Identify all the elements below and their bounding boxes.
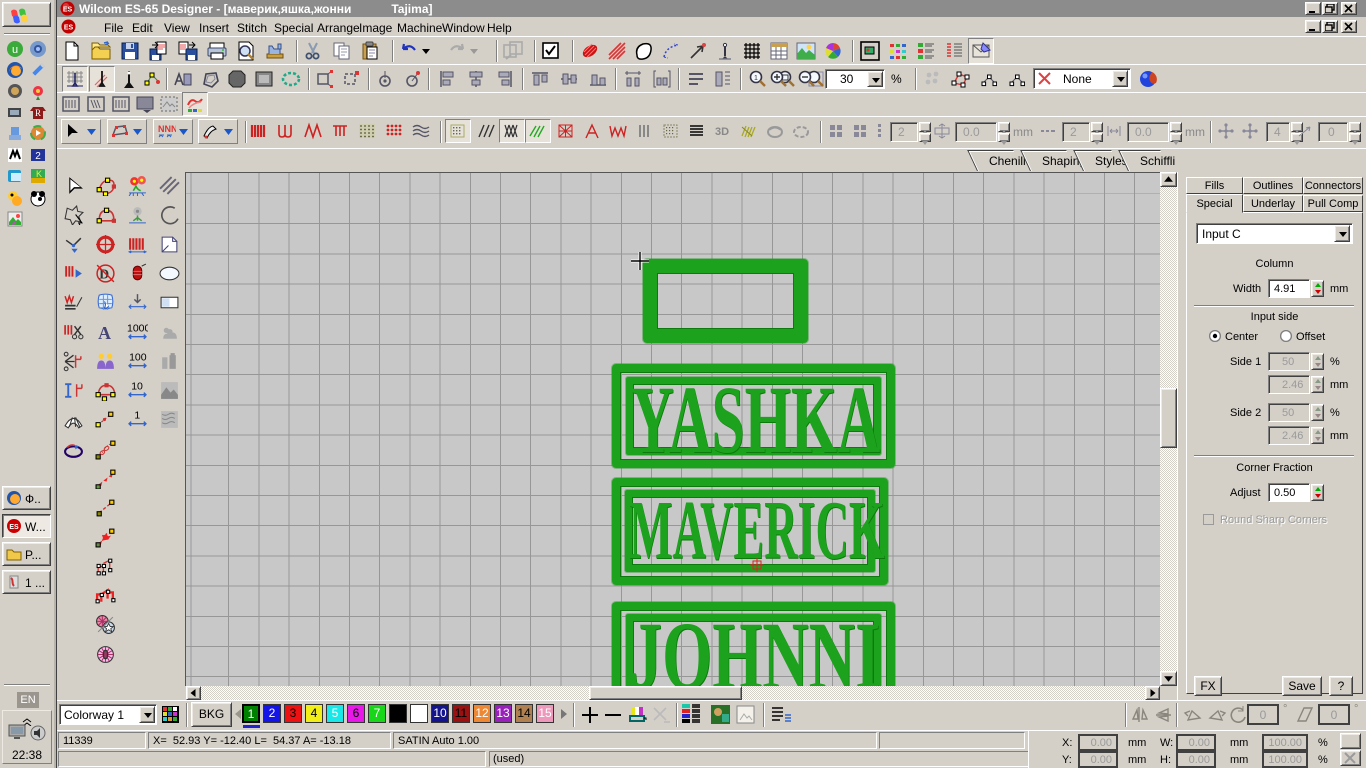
svg-text:2: 2 — [35, 151, 41, 162]
svg-text:ES: ES — [9, 524, 19, 531]
svg-text:10: 10 — [131, 380, 143, 392]
svg-text:3D: 3D — [715, 126, 729, 138]
svg-text:A: A — [98, 323, 111, 343]
svg-text:ES: ES — [64, 25, 74, 32]
svg-text:u: u — [12, 44, 18, 56]
svg-text:K: K — [36, 169, 42, 179]
svg-text:ES: ES — [63, 7, 73, 14]
svg-text:1: 1 — [134, 409, 140, 421]
svg-text:1000: 1000 — [127, 322, 148, 334]
svg-text:100: 100 — [129, 351, 147, 363]
svg-text:R: R — [35, 108, 41, 118]
svg-text:1: 1 — [754, 75, 758, 82]
